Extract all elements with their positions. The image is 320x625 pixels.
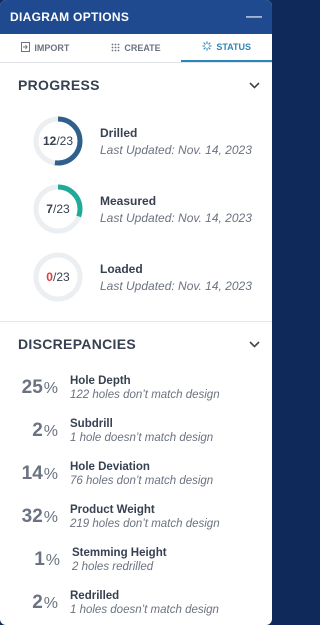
progress-item-measured: 7/23 Measured Last Updated: Nov. 14, 202…: [32, 175, 272, 243]
progress-ring: 0/23: [32, 251, 84, 303]
progress-updated: Last Updated: Nov. 14, 2023: [100, 142, 252, 157]
discrepancy-percent: 1: [34, 548, 45, 570]
minimize-button[interactable]: —: [246, 9, 262, 25]
discrepancy-list: 25% Hole Depth 122 holes don’t match desi…: [0, 366, 272, 624]
progress-label: Measured: [100, 193, 157, 208]
import-icon: [21, 42, 31, 54]
panel-title: DIAGRAM OPTIONS: [10, 10, 130, 24]
progress-count: 7: [46, 202, 53, 216]
discrepancy-detail: 1 hole doesn’t match design: [70, 431, 214, 444]
tab-import[interactable]: IMPORT: [0, 34, 91, 62]
discrepancy-label: Hole Deviation: [70, 460, 150, 473]
discrepancy-label: Redrilled: [70, 589, 120, 602]
progress-updated: Last Updated: Nov. 14, 2023: [100, 210, 252, 225]
discrepancy-percent: 14: [21, 462, 43, 484]
status-icon: [202, 41, 213, 53]
tab-create-label: CREATE: [124, 43, 161, 53]
tab-status[interactable]: STATUS: [181, 34, 272, 62]
progress-total: 23: [56, 202, 70, 216]
discrepancy-detail: 219 holes don’t match design: [70, 517, 220, 530]
progress-count: 12: [42, 134, 57, 148]
discrepancy-subdrill: 2% Subdrill 1 hole doesn’t match design: [32, 417, 214, 444]
progress-title: PROGRESS: [18, 77, 100, 93]
discrepancy-redrilled: 2% Redrilled 1 holes doesn’t match design: [32, 589, 219, 616]
discrepancy-label: Hole Depth: [70, 374, 131, 387]
tab-import-label: IMPORT: [34, 43, 70, 53]
discrepancy-detail: 2 holes redrilled: [72, 560, 154, 573]
progress-label: Loaded: [100, 261, 143, 276]
tab-create[interactable]: CREATE: [91, 34, 182, 62]
progress-count: 0: [46, 270, 53, 284]
progress-item-loaded: 0/23 Loaded Last Updated: Nov. 14, 2023: [32, 243, 272, 311]
discrepancies-title: DISCREPANCIES: [18, 336, 136, 352]
progress-updated: Last Updated: Nov. 14, 2023: [100, 278, 252, 293]
chevron-down-icon[interactable]: [249, 337, 260, 351]
discrepancy-label: Subdrill: [70, 417, 113, 430]
tab-bar: IMPORT CREATE STATUS: [0, 34, 272, 63]
progress-ring: 12/23: [32, 115, 84, 167]
create-icon: [111, 43, 120, 54]
tab-status-label: STATUS: [216, 42, 252, 52]
progress-total: 23: [59, 134, 74, 148]
discrepancy-stemming-height: 1% Stemming Height 2 holes redrilled: [34, 546, 167, 573]
progress-ring: 7/23: [32, 183, 84, 235]
progress-list: 12/23 Drilled Last Updated: Nov. 14, 202…: [0, 107, 272, 311]
discrepancy-label: Product Weight: [70, 503, 155, 516]
discrepancy-hole-depth: 25% Hole Depth 122 holes don’t match desi…: [21, 374, 220, 401]
discrepancy-hole-deviation: 14% Hole Deviation 76 holes don’t match d…: [21, 460, 214, 487]
discrepancy-percent: 32: [21, 505, 43, 527]
panel-header: DIAGRAM OPTIONS —: [0, 0, 272, 34]
discrepancy-percent: 2: [32, 591, 43, 613]
discrepancy-percent: 25: [21, 376, 43, 398]
chevron-down-icon[interactable]: [249, 78, 260, 92]
discrepancy-product-weight: 32% Product Weight 219 holes don’t match …: [21, 503, 220, 530]
discrepancy-percent: 2: [32, 419, 43, 441]
progress-section-header[interactable]: PROGRESS: [0, 63, 272, 107]
progress-total: 23: [56, 270, 70, 284]
diagram-options-panel: DIAGRAM OPTIONS — IMPORT CREATE STATUS P…: [0, 0, 272, 625]
progress-label: Drilled: [100, 125, 138, 140]
discrepancy-label: Stemming Height: [72, 546, 167, 559]
progress-item-drilled: 12/23 Drilled Last Updated: Nov. 14, 202…: [32, 107, 272, 175]
discrepancy-detail: 1 holes doesn’t match design: [70, 603, 219, 616]
discrepancies-section-header[interactable]: DISCREPANCIES: [0, 322, 272, 366]
discrepancy-detail: 76 holes don’t match design: [70, 474, 214, 487]
discrepancy-detail: 122 holes don’t match design: [70, 388, 220, 401]
